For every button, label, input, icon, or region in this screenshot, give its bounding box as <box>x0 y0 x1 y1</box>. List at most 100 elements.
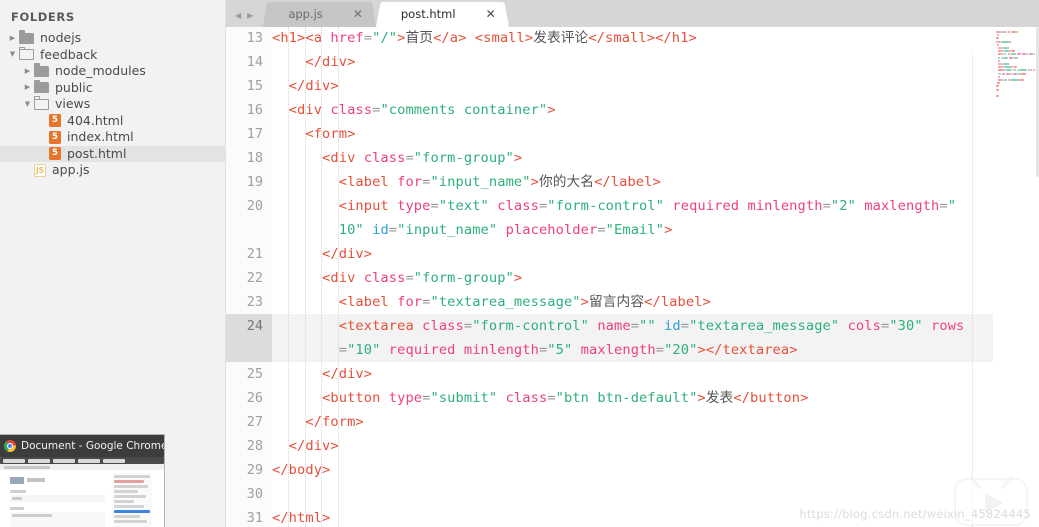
code-line[interactable]: <label for="textarea_message">留言内容</labe… <box>272 290 711 314</box>
chevron-down-icon[interactable]: ▼ <box>6 51 19 58</box>
preview-thumb-element <box>114 515 140 518</box>
code-line[interactable]: <label for="input_name">你的大名</label> <box>272 170 661 194</box>
line-number: 15 <box>246 78 263 94</box>
code-line[interactable]: </div> <box>272 362 372 386</box>
line-number: 17 <box>246 126 263 142</box>
tab-app-js[interactable]: app.js ✕ <box>263 0 376 27</box>
code-token: id <box>664 318 681 334</box>
code-token: > <box>697 342 706 358</box>
code-token: </div> <box>288 78 339 94</box>
minimap-token <box>1015 31 1018 33</box>
code-token: type <box>388 390 423 406</box>
code-token: </div> <box>322 366 373 382</box>
code-line[interactable]: <textarea class="form-control" name="" i… <box>272 314 965 338</box>
tree-item-feedback[interactable]: ▼ feedback <box>0 46 225 64</box>
line-number: 20 <box>246 198 263 214</box>
code-editor[interactable]: 1314151617181920212223242526272829303132… <box>226 27 1039 527</box>
line-number: 29 <box>246 462 263 478</box>
tree-item-post-html[interactable]: 5 post.html <box>0 145 225 162</box>
code-line-wrapped[interactable]: 10" id="input_name" placeholder="Email"> <box>272 218 673 242</box>
tree-item-app-js[interactable]: JS app.js <box>0 162 225 179</box>
code-line[interactable]: </div> <box>272 434 339 458</box>
code-line[interactable]: <h1><a href="/">首页</a> <small>发表评论</smal… <box>272 27 697 50</box>
tab-post-html[interactable]: post.html ✕ <box>376 0 509 27</box>
tree-item-404-html[interactable]: 5 404.html <box>0 113 225 130</box>
minimap-token <box>998 56 1000 59</box>
code-token: <div <box>288 102 331 118</box>
code-line[interactable]: <div class="form-group"> <box>272 266 522 290</box>
folder-closed-icon <box>34 63 49 77</box>
code-token: > <box>580 294 589 310</box>
code-token: <div <box>322 150 364 166</box>
chevron-right-icon[interactable]: ▶ <box>21 67 34 75</box>
code-line[interactable]: </form> <box>272 410 364 434</box>
code-line[interactable]: <div class="comments container"> <box>272 98 556 122</box>
code-token: > <box>547 102 556 118</box>
code-line[interactable]: <form> <box>272 122 355 146</box>
tabs-container: app.js ✕ post.html ✕ <box>263 0 508 27</box>
code-line[interactable]: <button type="submit" class="btn btn-def… <box>272 386 808 410</box>
chevron-right-icon[interactable]: ▶ <box>21 84 34 91</box>
code-token: </div> <box>305 54 356 70</box>
code-content[interactable]: <h1><a href="/">首页</a> <small>发表评论</smal… <box>272 27 1039 527</box>
tree-item-label: index.html <box>67 129 134 144</box>
code-line[interactable]: </body> <box>272 458 330 482</box>
code-token: </a> <box>433 30 467 46</box>
chevron-down-icon[interactable]: ▼ <box>21 100 34 108</box>
line-number-gutter: 1314151617181920212223242526272829303132 <box>226 27 272 527</box>
minimap-token <box>1019 69 1027 72</box>
preview-thumb-element <box>3 458 25 463</box>
tab-close-icon[interactable]: ✕ <box>486 8 496 20</box>
tab-bar: ◀ ▶ app.js ✕ post.html ✕ <box>226 0 1039 27</box>
code-token: class <box>505 390 548 406</box>
code-token: minlength <box>747 198 823 214</box>
minimap-token <box>996 82 1000 85</box>
code-token: </small> <box>588 30 656 46</box>
tree-item-index-html[interactable]: 5 index.html <box>0 129 225 146</box>
chevron-right-icon[interactable]: ▶ <box>6 34 19 42</box>
tab-label: post.html <box>400 6 456 21</box>
code-line[interactable]: </div> <box>272 242 372 266</box>
nav-prev-icon[interactable]: ◀ <box>235 12 241 20</box>
line-number: 28 <box>246 438 263 454</box>
tree-item-nodejs[interactable]: ▶ nodejs <box>0 30 225 47</box>
code-token: </body> <box>272 462 331 478</box>
code-line[interactable]: </div> <box>272 74 339 98</box>
preview-thumb-element <box>103 458 125 463</box>
code-line[interactable]: </html> <box>272 506 330 527</box>
code-token: = <box>405 150 414 166</box>
tab-nav-arrows[interactable]: ◀ ▶ <box>226 12 263 27</box>
taskbar-thumbnail-preview[interactable]: Document - Google Chrome <box>0 435 164 527</box>
code-line[interactable]: <div class="form-group"> <box>272 146 522 170</box>
code-token: 留言内容 <box>588 294 645 310</box>
code-token: <h1> <box>272 30 306 46</box>
folder-open-icon <box>33 96 49 110</box>
editor-pane: ◀ ▶ app.js ✕ post.html ✕ 13 14 15 16 17 18 19 20 21… <box>226 0 1039 527</box>
code-token: > <box>530 174 539 190</box>
code-line[interactable]: </div> <box>272 50 355 74</box>
preview-thumbnail-image[interactable] <box>0 457 164 527</box>
minimap-token <box>996 43 1000 46</box>
minimap-token <box>1003 50 1009 53</box>
tree-item-public[interactable]: ▶ public <box>0 79 225 97</box>
code-line[interactable]: <input type="text" class="form-control" … <box>272 194 956 218</box>
tree-item-node-modules[interactable]: ▶ node_modules <box>0 63 225 80</box>
tree-item-views[interactable]: ▼ views <box>0 96 225 113</box>
line-number: 13 <box>246 30 263 46</box>
tab-close-icon[interactable]: ✕ <box>353 8 363 20</box>
minimap[interactable] <box>993 27 1039 527</box>
minimap-token <box>1001 40 1010 43</box>
code-token: "textarea_message" <box>689 318 840 334</box>
folder-open-icon <box>18 46 34 61</box>
code-line-wrapped[interactable]: ="10" required minlength="5" maxlength="… <box>272 338 798 362</box>
code-token: = <box>597 222 606 238</box>
nav-next-icon[interactable]: ▶ <box>247 12 253 20</box>
